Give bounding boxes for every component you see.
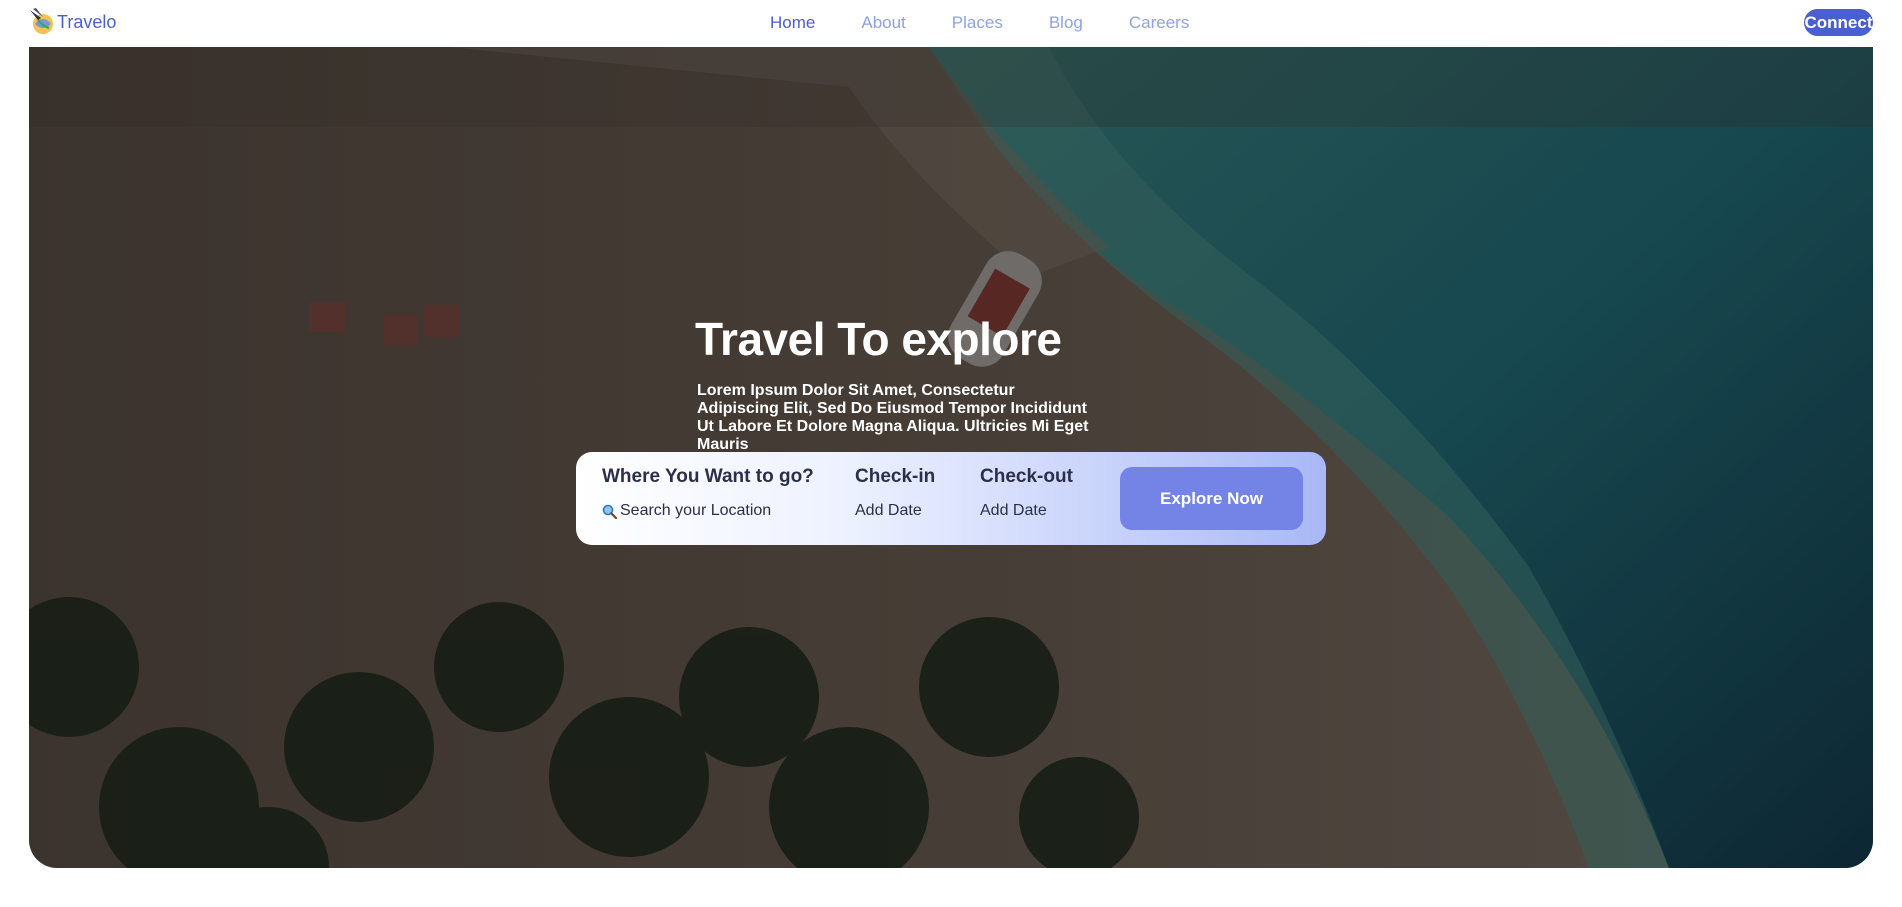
search-card: Where You Want to go? Search your Locati… [576,452,1326,545]
checkout-date-input[interactable]: Add Date [980,502,1073,520]
checkin-label: Check-in [855,466,936,487]
explore-now-button[interactable]: Explore Now [1120,467,1303,530]
nav-link-careers[interactable]: Careers [1129,13,1189,33]
nav-link-places[interactable]: Places [952,13,1003,33]
location-placeholder: Search your Location [620,502,772,519]
brand-name: Travelo [57,11,117,32]
destination-field: Where You Want to go? Search your Locati… [602,466,814,520]
checkout-label: Check-out [980,466,1073,487]
hero-content: Travel To explore Lorem Ipsum Dolor Sit … [29,47,1873,868]
checkin-date-input[interactable]: Add Date [855,502,935,520]
main-nav: Home About Places Blog Careers [770,10,1189,36]
checkout-field: Check-out Add Date [980,466,1073,520]
location-search-input[interactable]: Search your Location [602,502,814,520]
connect-button[interactable]: Connect [1804,9,1873,36]
destination-label: Where You Want to go? [602,466,814,487]
hero-section: Travel To explore Lorem Ipsum Dolor Sit … [29,47,1873,868]
nav-link-blog[interactable]: Blog [1049,13,1083,33]
page: Travelo Home About Places Blog Careers C… [0,0,1902,907]
plane-globe-icon [30,8,53,34]
nav-link-about[interactable]: About [861,13,905,33]
navbar: Travelo Home About Places Blog Careers C… [0,0,1902,47]
nav-link-home[interactable]: Home [770,13,815,33]
brand-link[interactable]: Travelo [29,8,116,36]
checkin-field: Check-in Add Date [855,466,935,520]
hero-title: Travel To explore [695,313,1062,365]
hero-description: Lorem Ipsum Dolor Sit Amet, Consectetur … [697,382,1089,453]
magnifier-icon [602,504,617,519]
